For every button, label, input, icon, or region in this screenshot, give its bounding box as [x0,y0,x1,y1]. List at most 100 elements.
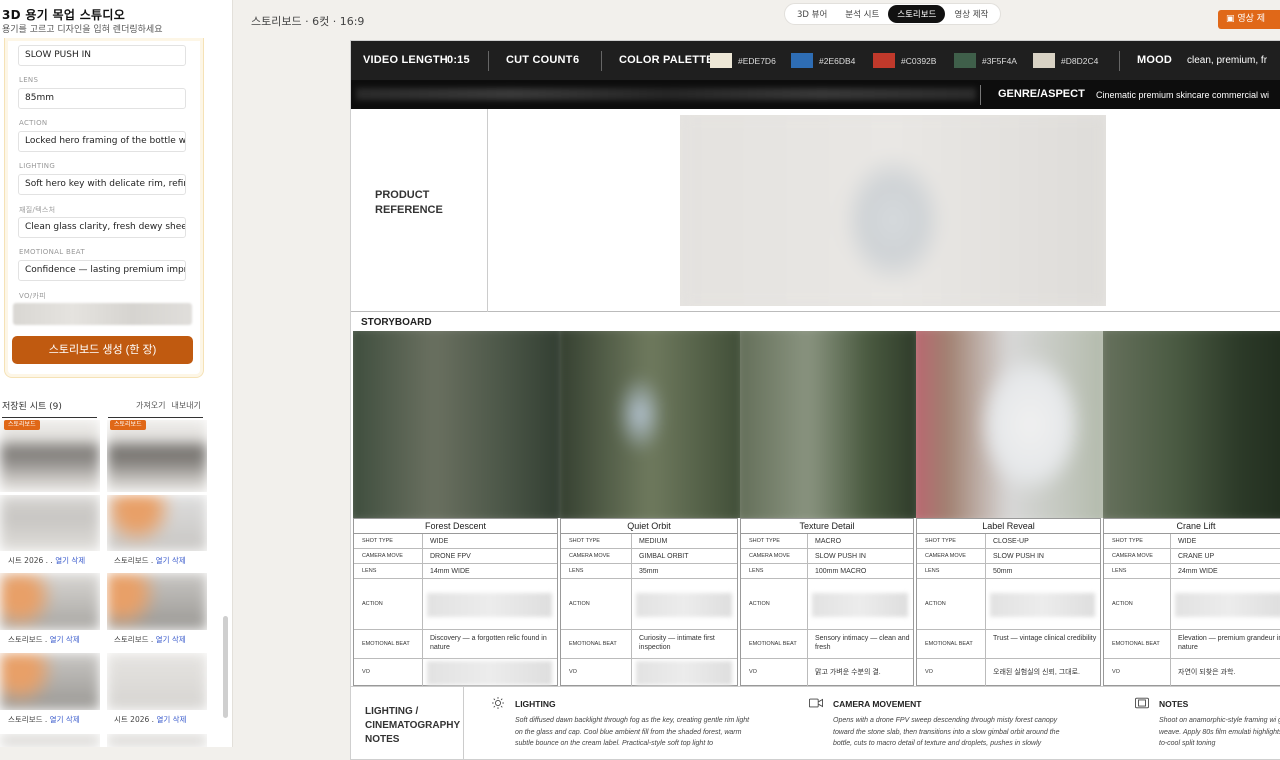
open-link[interactable]: 열기 [55,556,69,565]
palette-hex: #3F5F4A [982,56,1017,66]
sheet-thumbnail[interactable] [0,573,100,630]
sidebar-scrollbar[interactable] [223,616,228,718]
sheet-thumbnail[interactable] [0,495,100,551]
sheet-thumbnail[interactable] [107,495,207,551]
delete-link[interactable]: 삭제 [66,715,80,724]
divider [108,417,203,418]
delete-link[interactable]: 삭제 [172,556,186,565]
divider [807,579,808,629]
row-label: EMOTIONAL BEAT [749,640,797,647]
palette-swatch [791,53,813,68]
row-label: LENS [925,567,940,574]
video-camera-icon [809,698,823,708]
sheet-thumbnail[interactable] [107,734,207,747]
import-link[interactable]: 가져오기 [136,401,165,410]
shot-row-action: ACTION [354,579,557,630]
product-reference-label: PRODUCT REFERENCE [375,189,443,216]
storyboard-badge: 스토리보드 [4,420,40,430]
action-field[interactable]: Locked hero framing of the bottle wi [18,131,186,152]
tab-analysis-sheet[interactable]: 분석 시트 [836,5,888,23]
storyboard-badge: 스토리보드 [110,420,146,430]
open-link[interactable]: 열기 [156,635,170,644]
divider [985,564,986,578]
open-link[interactable]: 열기 [50,715,64,724]
row-label: CAMERA MOVE [362,552,403,559]
storyboard-sheet: VIDEO LENGTH 0:15 CUT COUNT 6 COLOR PALE… [350,40,1280,760]
sun-icon [492,697,504,709]
product-reference-image [680,115,1106,306]
view-tabs: 3D 뷰어 분석 시트 스토리보드 영상 제작 [784,3,1002,25]
shot-row-emotional-beat: EMOTIONAL BEAT Discovery — a forgotten re… [354,630,557,659]
divider [985,630,986,658]
shot-title: Label Reveal [917,519,1100,534]
lighting-label: LIGHTING [19,162,56,170]
shot-column: Crane Lift SHOT TYPE WIDE CAMERA MOVE CRANE … [1103,518,1280,687]
row-value: 14mm WIDE [430,567,470,575]
divider [807,534,808,548]
row-value: SLOW PUSH IN [993,552,1044,560]
divider [1170,579,1171,629]
material-field[interactable]: Clean glass clarity, fresh dewy sheen [18,217,186,238]
camera-move-field[interactable]: SLOW PUSH IN [18,45,186,66]
shot-row-action: ACTION [561,579,737,630]
delete-link[interactable]: 삭제 [173,715,187,724]
open-link[interactable]: 열기 [156,715,170,724]
sheet-thumbnail[interactable] [0,734,100,747]
shot-row-action: ACTION [917,579,1100,630]
shot-row-camera-move: CAMERA MOVE GIMBAL ORBIT [561,549,737,564]
tab-storyboard[interactable]: 스토리보드 [888,5,946,23]
row-value: 오래된 실험실의 신뢰, 그대로. [993,669,1081,676]
row-label: EMOTIONAL BEAT [569,640,617,647]
row-label: LENS [569,567,584,574]
shot-row-lens: LENS 35mm [561,564,737,579]
product-reference-cell: PRODUCT REFERENCE [351,109,488,312]
open-link[interactable]: 열기 [156,556,170,565]
vo-field[interactable] [13,303,192,325]
delete-link[interactable]: 삭제 [66,635,80,644]
notes-title: NOTES [1159,699,1189,709]
storyboard-frames [353,331,1280,518]
row-label: CAMERA MOVE [1112,552,1153,559]
row-label: CAMERA MOVE [749,552,790,559]
video-production-button[interactable]: ▣ 영상 제 [1218,10,1280,29]
sheet-thumbnail[interactable] [107,573,207,630]
emotional-beat-field[interactable]: Confidence — lasting premium impre [18,260,186,281]
open-link[interactable]: 열기 [50,635,64,644]
mood-value: clean, premium, fr [1187,55,1268,66]
shot-row-camera-move: CAMERA MOVE DRONE FPV [354,549,557,564]
generate-storyboard-button[interactable]: 스토리보드 생성 (한 장) [12,336,193,364]
storyboard-frame [560,331,740,518]
delete-link[interactable]: 삭제 [172,635,186,644]
shot-title: Quiet Orbit [561,519,737,534]
storyboard-title: STORYBOARD [361,317,432,328]
shot-row-emotional-beat: EMOTIONAL BEAT Elevation — premium grande… [1104,630,1280,659]
app-subtitle: 용기를 고르고 디자인을 입혀 렌더링하세요 [2,25,163,35]
sheet-thumbnail[interactable] [0,420,100,492]
lens-field[interactable]: 85mm [18,88,186,109]
film-icon [1135,697,1149,709]
shot-row-lens: LENS 14mm WIDE [354,564,557,579]
row-value: GIMBAL ORBIT [639,552,689,560]
row-label: VO [1112,669,1120,675]
lighting-notes-title: LIGHTING [515,699,556,709]
sheet-thumbnail[interactable] [107,420,207,492]
row-value: MEDIUM [639,537,668,545]
sheet-thumbnail[interactable] [0,653,100,710]
lighting-field[interactable]: Soft hero key with delicate rim, refine [18,174,186,195]
delete-link[interactable]: 삭제 [71,556,85,565]
app-title: 3D 용기 목업 스튜디오 [2,8,126,22]
shot-column: Texture Detail SHOT TYPE MACRO CAMERA MOVE S… [740,518,914,687]
row-label: ACTION [925,600,946,607]
row-label: ACTION [749,600,770,607]
export-link[interactable]: 내보내기 [171,401,200,410]
divider [980,85,981,105]
sheet-thumbnail[interactable] [107,653,207,710]
blurred-text [812,592,908,617]
lens-label: LENS [19,76,39,84]
tab-3d-viewer[interactable]: 3D 뷰어 [788,5,836,23]
row-value: 100mm MACRO [815,567,867,575]
divider [985,534,986,548]
shot-row-action: ACTION [1104,579,1280,630]
tab-video-production[interactable]: 영상 제작 [945,5,997,23]
palette-hex: #2E6DB4 [819,56,856,66]
